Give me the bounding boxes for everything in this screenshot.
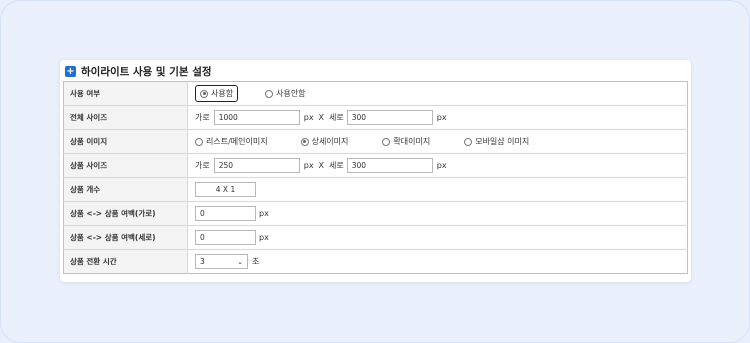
unit-label: px xyxy=(303,161,314,170)
margin-horizontal-input[interactable]: 0 xyxy=(195,206,256,221)
radio-use[interactable]: 사용함 xyxy=(195,85,239,102)
height-label: 세로 xyxy=(329,113,344,122)
row-label: 사용 여부 xyxy=(63,81,188,106)
radio-detail-image[interactable]: 상세이미지 xyxy=(300,136,348,147)
radio-circle[interactable] xyxy=(300,137,309,146)
radio-circle[interactable] xyxy=(200,89,208,98)
product-count-input[interactable]: 4 X 1 xyxy=(195,182,256,197)
unit-label: px xyxy=(303,113,314,122)
row-transition-time: 상품 전환 시간 3 ⌄ 초 xyxy=(63,249,688,274)
row-margin-horizontal: 상품 <-> 상품 여백(가로) 0 px xyxy=(63,201,688,226)
unit-label: px xyxy=(259,233,269,242)
unit-label: px xyxy=(436,113,447,122)
row-product-size: 상품 사이즈 가로 250 px X 세로 300 px xyxy=(63,153,688,178)
width-label: 가로 xyxy=(195,161,210,170)
radio-circle[interactable] xyxy=(265,89,274,98)
row-use: 사용 여부 사용함 사용안함 xyxy=(63,81,688,106)
section-title-text: 하이라이트 사용 및 기본 설정 xyxy=(81,65,212,78)
unit-label: px xyxy=(436,161,447,170)
plus-square-icon: + xyxy=(65,65,76,77)
settings-table: 사용 여부 사용함 사용안함 전체 사이즈 가로 1000 px X 세로 30… xyxy=(63,81,688,274)
row-label: 상품 <-> 상품 여백(가로) xyxy=(63,201,188,226)
settings-panel: + 하이라이트 사용 및 기본 설정 사용 여부 사용함 사용안함 전체 사이즈… xyxy=(60,60,691,282)
row-label: 상품 <-> 상품 여백(세로) xyxy=(63,225,188,250)
radio-zoom-image[interactable]: 확대이미지 xyxy=(382,136,430,147)
unit-label: 초 xyxy=(252,257,260,266)
width-label: 가로 xyxy=(195,113,210,122)
row-total-size: 전체 사이즈 가로 1000 px X 세로 300 px xyxy=(63,105,688,130)
radio-mobile-image[interactable]: 모바일샵 이미지 xyxy=(464,136,529,147)
margin-vertical-input[interactable]: 0 xyxy=(195,230,256,245)
total-height-input[interactable]: 300 xyxy=(346,110,433,125)
section-title: + 하이라이트 사용 및 기본 설정 xyxy=(65,64,212,78)
unit-label: px xyxy=(259,209,269,218)
page-background: + 하이라이트 사용 및 기본 설정 사용 여부 사용함 사용안함 전체 사이즈… xyxy=(0,0,750,343)
row-label: 상품 전환 시간 xyxy=(63,249,188,274)
row-label: 상품 사이즈 xyxy=(63,153,188,178)
row-label: 상품 이미지 xyxy=(63,129,188,154)
radio-list-main-image[interactable]: 리스트/메인이미지 xyxy=(195,136,268,147)
total-width-input[interactable]: 1000 xyxy=(213,110,300,125)
height-label: 세로 xyxy=(329,161,344,170)
row-margin-vertical: 상품 <-> 상품 여백(세로) 0 px xyxy=(63,225,688,250)
chevron-down-icon: ⌄ xyxy=(237,257,243,266)
row-label: 상품 개수 xyxy=(63,177,188,202)
radio-circle[interactable] xyxy=(195,137,203,146)
radio-not-use[interactable]: 사용안함 xyxy=(265,88,306,99)
row-image: 상품 이미지 리스트/메인이미지 상세이미지 확대이미지 모바일샵 이미지 xyxy=(63,129,688,154)
product-height-input[interactable]: 300 xyxy=(346,158,433,173)
times-sign: X xyxy=(318,161,325,170)
product-width-input[interactable]: 250 xyxy=(213,158,300,173)
radio-circle[interactable] xyxy=(464,137,473,146)
times-sign: X xyxy=(318,113,325,122)
transition-time-select[interactable]: 3 ⌄ xyxy=(195,254,248,269)
radio-circle[interactable] xyxy=(382,137,391,146)
row-count: 상품 개수 4 X 1 xyxy=(63,177,688,202)
row-label: 전체 사이즈 xyxy=(63,105,188,130)
